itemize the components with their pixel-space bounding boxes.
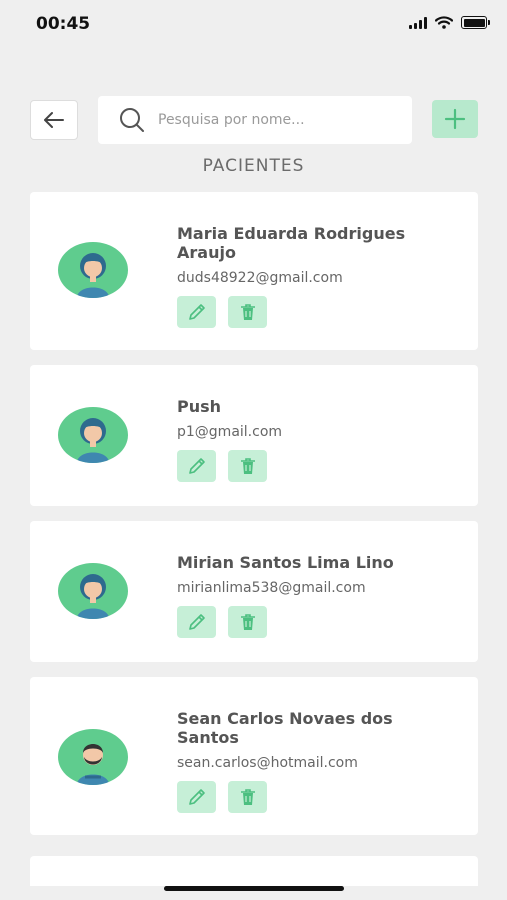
search-input[interactable] <box>158 112 388 128</box>
female-avatar-icon <box>58 407 128 463</box>
patient-name: Maria Eduarda Rodrigues Araujo <box>177 224 406 262</box>
status-time: 00:45 <box>36 14 91 34</box>
trash-icon <box>240 789 255 805</box>
status-bar: 00:45 <box>0 0 507 50</box>
female-avatar-icon <box>58 563 128 619</box>
delete-button[interactable] <box>228 450 267 482</box>
patient-card[interactable]: Push p1@gmail.com <box>30 365 478 506</box>
home-indicator[interactable] <box>164 886 344 891</box>
patient-name: Mirian Santos Lima Lino <box>177 553 394 572</box>
delete-button[interactable] <box>228 296 267 328</box>
trash-icon <box>240 458 255 474</box>
cellular-signal-icon <box>409 16 427 29</box>
patient-name: Push <box>177 397 222 416</box>
trash-icon <box>240 614 255 630</box>
patient-email: duds48922@gmail.com <box>177 270 343 286</box>
arrow-left-icon <box>44 112 64 128</box>
add-patient-button[interactable] <box>432 100 478 138</box>
wifi-icon <box>435 16 453 29</box>
top-toolbar <box>30 96 478 144</box>
pencil-icon <box>188 458 205 474</box>
patient-name: Sean Carlos Novaes dos Santos <box>177 709 393 747</box>
delete-button[interactable] <box>228 606 267 638</box>
patient-card[interactable]: Sean Carlos Novaes dos Santos sean.carlo… <box>30 677 478 835</box>
edit-button[interactable] <box>177 450 216 482</box>
patient-card[interactable]: Mirian Santos Lima Lino mirianlima538@gm… <box>30 521 478 662</box>
plus-icon <box>444 108 466 130</box>
back-button[interactable] <box>30 100 78 140</box>
pencil-icon <box>188 789 205 805</box>
edit-button[interactable] <box>177 296 216 328</box>
search-bar[interactable] <box>98 96 412 144</box>
trash-icon <box>240 304 255 320</box>
patient-email: sean.carlos@hotmail.com <box>177 755 358 771</box>
patient-list: Maria Eduarda Rodrigues Araujo duds48922… <box>30 192 478 850</box>
pencil-icon <box>188 614 205 630</box>
battery-icon <box>461 16 490 29</box>
section-title: PACIENTES <box>202 156 305 176</box>
patient-card-partial[interactable] <box>30 856 478 886</box>
delete-button[interactable] <box>228 781 267 813</box>
patient-card[interactable]: Maria Eduarda Rodrigues Araujo duds48922… <box>30 192 478 350</box>
edit-button[interactable] <box>177 606 216 638</box>
male-avatar-icon <box>58 729 128 785</box>
patient-email: p1@gmail.com <box>177 424 283 440</box>
status-icons <box>409 16 490 29</box>
female-avatar-icon <box>58 242 128 298</box>
pencil-icon <box>188 304 205 320</box>
search-icon <box>118 106 146 134</box>
patient-email: mirianlima538@gmail.com <box>177 580 366 596</box>
edit-button[interactable] <box>177 781 216 813</box>
